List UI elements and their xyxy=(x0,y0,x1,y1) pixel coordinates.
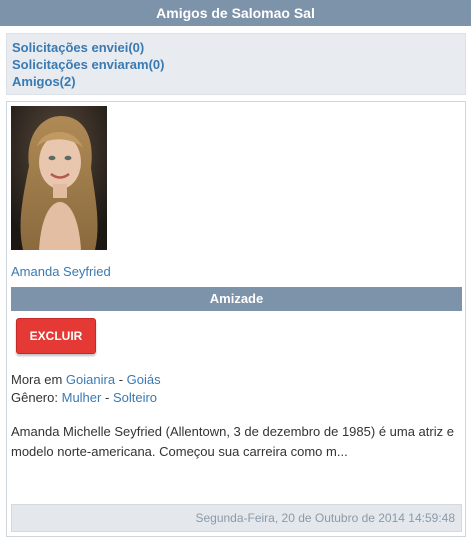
portrait-image xyxy=(11,106,107,250)
sent-requests-link[interactable]: Solicitações enviei(0) xyxy=(12,39,460,56)
state-link[interactable]: Goiás xyxy=(127,372,161,387)
gender-label: Gênero: xyxy=(11,390,58,405)
friends-link[interactable]: Amigos(2) xyxy=(12,73,460,90)
gender-link[interactable]: Mulher xyxy=(62,390,102,405)
friend-photo[interactable] xyxy=(11,106,107,250)
location-separator: - xyxy=(118,372,124,387)
city-link[interactable]: Goianira xyxy=(66,372,115,387)
lives-in-label: Mora em xyxy=(11,372,63,387)
page-title: Amigos de Salomao Sal xyxy=(0,0,471,26)
friend-requests-nav: Solicitações enviei(0) Solicitações envi… xyxy=(6,33,466,95)
friendship-section-header: Amizade xyxy=(11,287,462,311)
relationship-status-link[interactable]: Solteiro xyxy=(113,390,157,405)
received-requests-link[interactable]: Solicitações enviaram(0) xyxy=(12,56,460,73)
friendship-date: Segunda-Feira, 20 de Outubro de 2014 14:… xyxy=(11,504,462,532)
friend-name-link[interactable]: Amanda Seyfried xyxy=(11,264,111,279)
location-line: Mora em Goianira - Goiás xyxy=(11,372,161,387)
friend-card: Amanda Seyfried Amizade EXCLUIR Mora em … xyxy=(6,101,466,537)
remove-friend-button[interactable]: EXCLUIR xyxy=(16,318,96,354)
gender-line: Gênero: Mulher - Solteiro xyxy=(11,390,157,405)
friend-description: Amanda Michelle Seyfried (Allentown, 3 d… xyxy=(11,424,454,459)
status-separator: - xyxy=(104,390,110,405)
